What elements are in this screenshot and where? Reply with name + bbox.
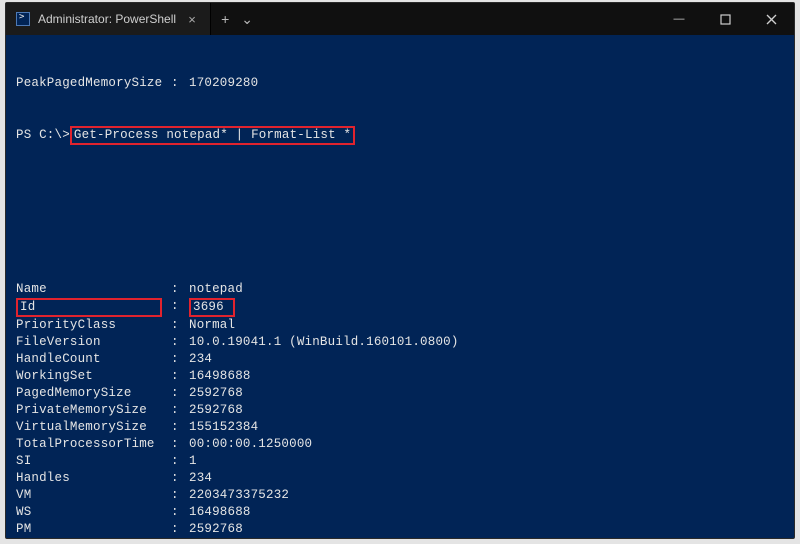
output-colon: : — [171, 75, 189, 92]
output-value: 1 — [189, 453, 784, 470]
command-part1: Get-Process notepad* — [74, 128, 228, 142]
output-row: VM:2203473375232 — [16, 487, 784, 504]
output-value: 10.0.19041.1 (WinBuild.160101.0800) — [189, 334, 784, 351]
output-value: 2592768 — [189, 385, 784, 402]
output-value: 2592768 — [189, 402, 784, 419]
prompt-line: PS C:\>Get-Process notepad* | Format-Lis… — [16, 126, 784, 145]
output-row: TotalProcessorTime:00:00:00.1250000 — [16, 436, 784, 453]
command-part2: Format-List * — [251, 128, 351, 142]
output-row: PrivateMemorySize:2592768 — [16, 402, 784, 419]
output-colon: : — [171, 298, 189, 317]
new-tab-button[interactable]: + — [221, 12, 229, 26]
output-key: TotalProcessorTime — [16, 436, 171, 453]
output-value: 3696 — [189, 298, 784, 317]
output-value: notepad — [189, 281, 784, 298]
tab-close-button[interactable]: × — [184, 12, 200, 27]
output-value: 16498688 — [189, 504, 784, 521]
output-key: SI — [16, 453, 171, 470]
close-window-button[interactable] — [748, 3, 794, 35]
maximize-button[interactable] — [702, 3, 748, 35]
tab-powershell[interactable]: Administrator: PowerShell × — [6, 3, 211, 35]
output-key: PriorityClass — [16, 317, 171, 334]
titlebar[interactable]: Administrator: PowerShell × + ⌄ — — [6, 3, 794, 35]
powershell-icon — [16, 12, 30, 26]
maximize-icon — [720, 14, 731, 25]
output-row: PM:2592768 — [16, 521, 784, 538]
output-key: VM — [16, 487, 171, 504]
output-key: VirtualMemorySize — [16, 419, 171, 436]
output-value: 234 — [189, 351, 784, 368]
output-colon: : — [171, 334, 189, 351]
output-row: HandleCount:234 — [16, 351, 784, 368]
output-row: WorkingSet:16498688 — [16, 368, 784, 385]
output-colon: : — [171, 317, 189, 334]
window-controls: — — [656, 3, 794, 35]
output-row: Name:notepad — [16, 281, 784, 298]
output-value: 155152384 — [189, 419, 784, 436]
output-colon: : — [171, 281, 189, 298]
output-colon: : — [171, 436, 189, 453]
tab-actions: + ⌄ — [211, 3, 263, 35]
output-row: Id:3696 — [16, 298, 784, 317]
close-icon — [766, 14, 777, 25]
output-key: FileVersion — [16, 334, 171, 351]
output-key: Handles — [16, 470, 171, 487]
output-row: Handles:234 — [16, 470, 784, 487]
output-key: Name — [16, 281, 171, 298]
output-key: Id — [16, 298, 171, 317]
output-key: PeakPagedMemorySize — [16, 75, 171, 92]
output-value: Normal — [189, 317, 784, 334]
output-colon: : — [171, 419, 189, 436]
output-key: WS — [16, 504, 171, 521]
command-highlight: Get-Process notepad* | Format-List * — [70, 126, 355, 145]
output-key: PrivateMemorySize — [16, 402, 171, 419]
output-value: 2592768 — [189, 521, 784, 538]
terminal-window: Administrator: PowerShell × + ⌄ — PeakPa… — [5, 2, 795, 539]
terminal-body[interactable]: PeakPagedMemorySize : 170209280 PS C:\>G… — [6, 35, 794, 538]
output-colon: : — [171, 453, 189, 470]
blank-line — [16, 230, 784, 247]
command-pipe: | — [236, 128, 244, 142]
output-value: 2203473375232 — [189, 487, 784, 504]
output-colon: : — [171, 470, 189, 487]
titlebar-spacer[interactable] — [263, 3, 656, 35]
output-row: PriorityClass:Normal — [16, 317, 784, 334]
output-colon: : — [171, 504, 189, 521]
output-row: VirtualMemorySize:155152384 — [16, 419, 784, 436]
minimize-button[interactable]: — — [656, 3, 702, 35]
tab-dropdown-button[interactable]: ⌄ — [241, 12, 253, 26]
output-row: FileVersion:10.0.19041.1 (WinBuild.16010… — [16, 334, 784, 351]
tab-title: Administrator: PowerShell — [38, 12, 176, 26]
output-value: 16498688 — [189, 368, 784, 385]
output-value: 170209280 — [189, 75, 784, 92]
output-colon: : — [171, 368, 189, 385]
key-highlight: Id — [16, 298, 162, 317]
output-row: SI:1 — [16, 453, 784, 470]
output-colon: : — [171, 521, 189, 538]
output-key: PM — [16, 521, 171, 538]
minimize-icon: — — [674, 13, 685, 25]
output-colon: : — [171, 351, 189, 368]
output-value: 234 — [189, 470, 784, 487]
output-key: WorkingSet — [16, 368, 171, 385]
output-key: PagedMemorySize — [16, 385, 171, 402]
output-colon: : — [171, 385, 189, 402]
prompt: PS C:\> — [16, 128, 70, 142]
output-row: PagedMemorySize:2592768 — [16, 385, 784, 402]
output-value: 00:00:00.1250000 — [189, 436, 784, 453]
output-key: HandleCount — [16, 351, 171, 368]
output-colon: : — [171, 487, 189, 504]
blank-line — [16, 179, 784, 196]
output-row: WS:16498688 — [16, 504, 784, 521]
value-highlight: 3696 — [189, 298, 235, 317]
output-row-top: PeakPagedMemorySize : 170209280 — [16, 75, 784, 92]
output-colon: : — [171, 402, 189, 419]
